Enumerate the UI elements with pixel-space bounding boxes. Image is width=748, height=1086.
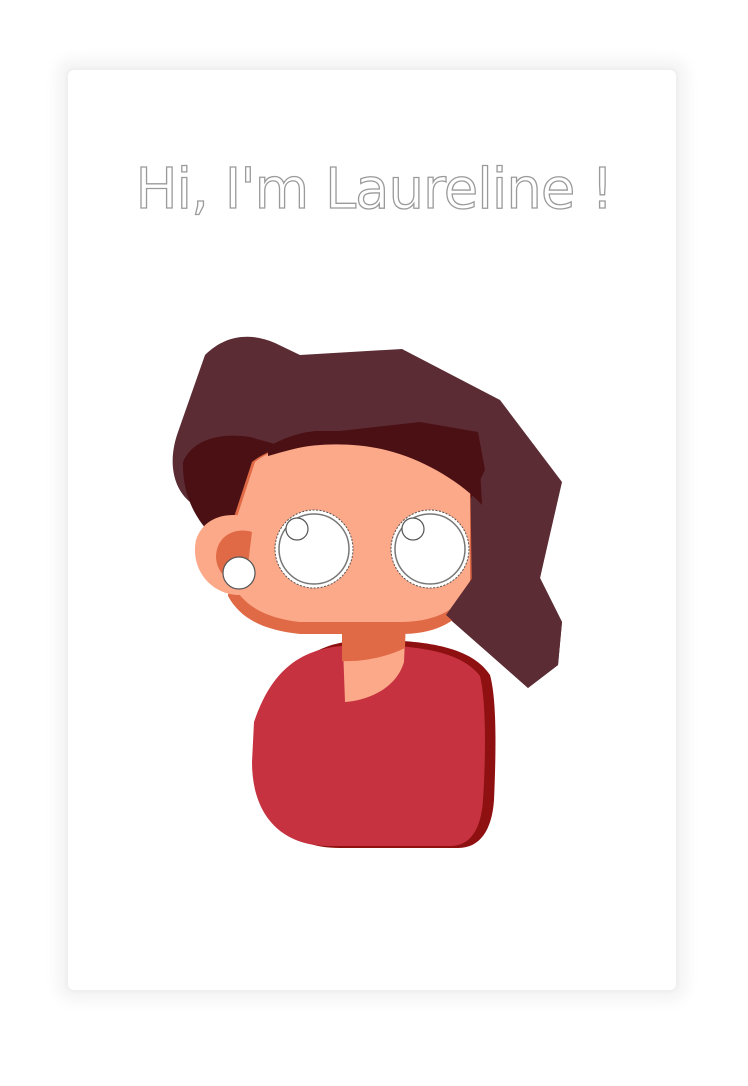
earring-shape (222, 556, 256, 590)
greeting-title: Hi, I'm Laureline ! (135, 156, 614, 222)
avatar-illustration (172, 336, 562, 848)
right-eye (390, 509, 470, 589)
page: Hi, I'm Laureline ! (0, 0, 748, 1086)
left-eye (274, 509, 354, 589)
